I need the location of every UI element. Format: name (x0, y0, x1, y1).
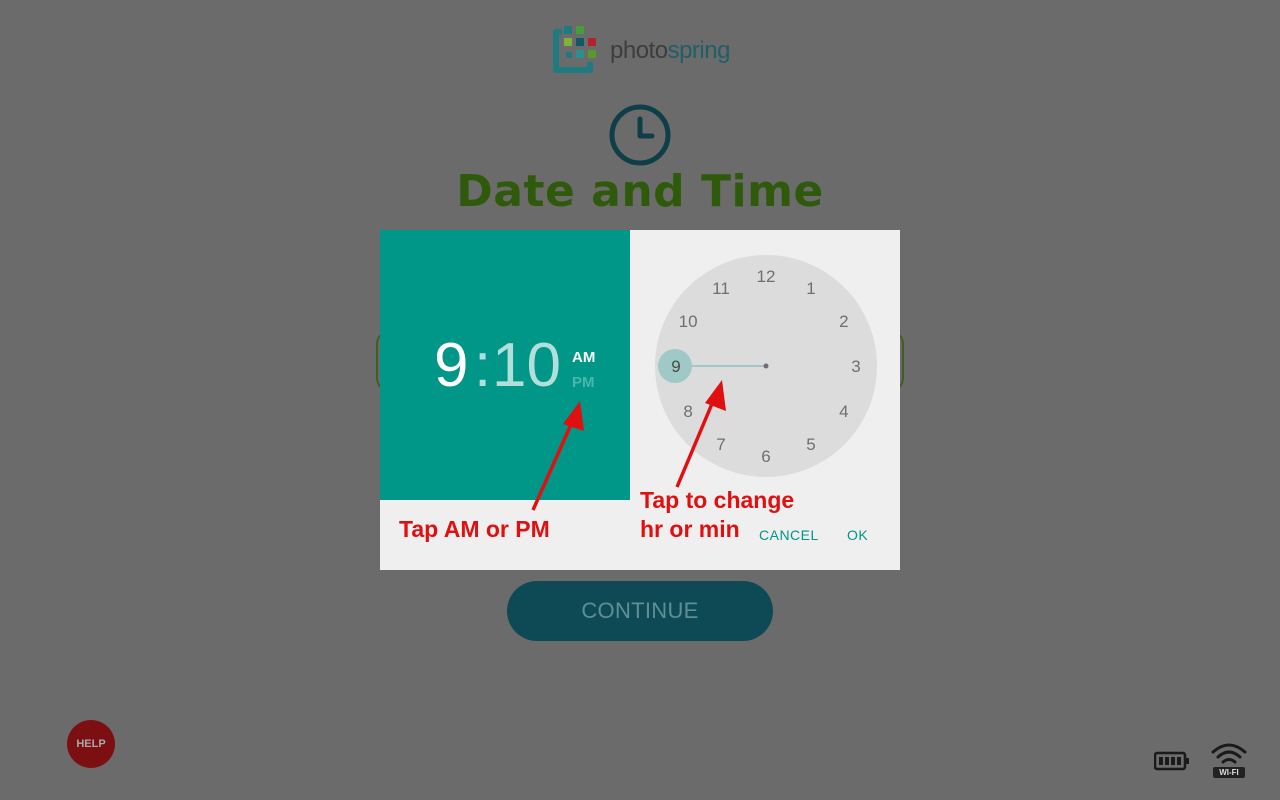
dial-number-10[interactable]: 10 (679, 312, 698, 331)
dial-number-6[interactable]: 6 (761, 447, 770, 466)
wifi-label: WI-FI (1213, 767, 1245, 778)
clock-icon (609, 104, 671, 166)
am-toggle[interactable]: AM (572, 349, 595, 366)
minute-display[interactable]: 10 (492, 330, 561, 401)
time-separator: : (474, 331, 492, 400)
pm-toggle[interactable]: PM (572, 374, 595, 391)
dial-number-11[interactable]: 11 (712, 279, 730, 298)
dial-number-3[interactable]: 3 (851, 357, 860, 376)
time-picker-header: 9 : 10 AM PM (380, 230, 630, 500)
annotation-hr-hint: Tap to change hr or min (640, 486, 794, 544)
dial-number-5[interactable]: 5 (806, 435, 815, 454)
continue-button[interactable]: CONTINUE (507, 581, 773, 641)
page-title: Date and Time (456, 166, 824, 217)
logo-text: photospring (610, 37, 730, 65)
help-button[interactable]: HELP (67, 720, 115, 768)
dial-number-2[interactable]: 2 (839, 312, 848, 331)
logo-text-part2: spring (667, 37, 731, 64)
battery-icon (1154, 751, 1189, 771)
clock-dial[interactable]: 121234567891011 (655, 255, 877, 477)
dial-number-7[interactable]: 7 (716, 435, 725, 454)
logo-text-part1: photo (610, 37, 668, 64)
annotation-hr-line1: Tap to change (640, 487, 795, 513)
dial-number-4[interactable]: 4 (839, 402, 848, 421)
ok-button[interactable]: OK (847, 527, 868, 543)
dial-number-12[interactable]: 12 (757, 267, 776, 286)
hour-display[interactable]: 9 (434, 330, 468, 401)
dial-number-9[interactable]: 9 (671, 357, 680, 376)
annotation-ampm-hint: Tap AM or PM (399, 516, 550, 542)
dial-number-1[interactable]: 1 (806, 279, 815, 298)
logo-mark-icon (553, 26, 596, 73)
photospring-logo: photospring (552, 24, 732, 78)
dial-number-8[interactable]: 8 (683, 402, 692, 421)
annotation-hr-line2: hr or min (640, 516, 740, 542)
dial-center (763, 363, 769, 369)
